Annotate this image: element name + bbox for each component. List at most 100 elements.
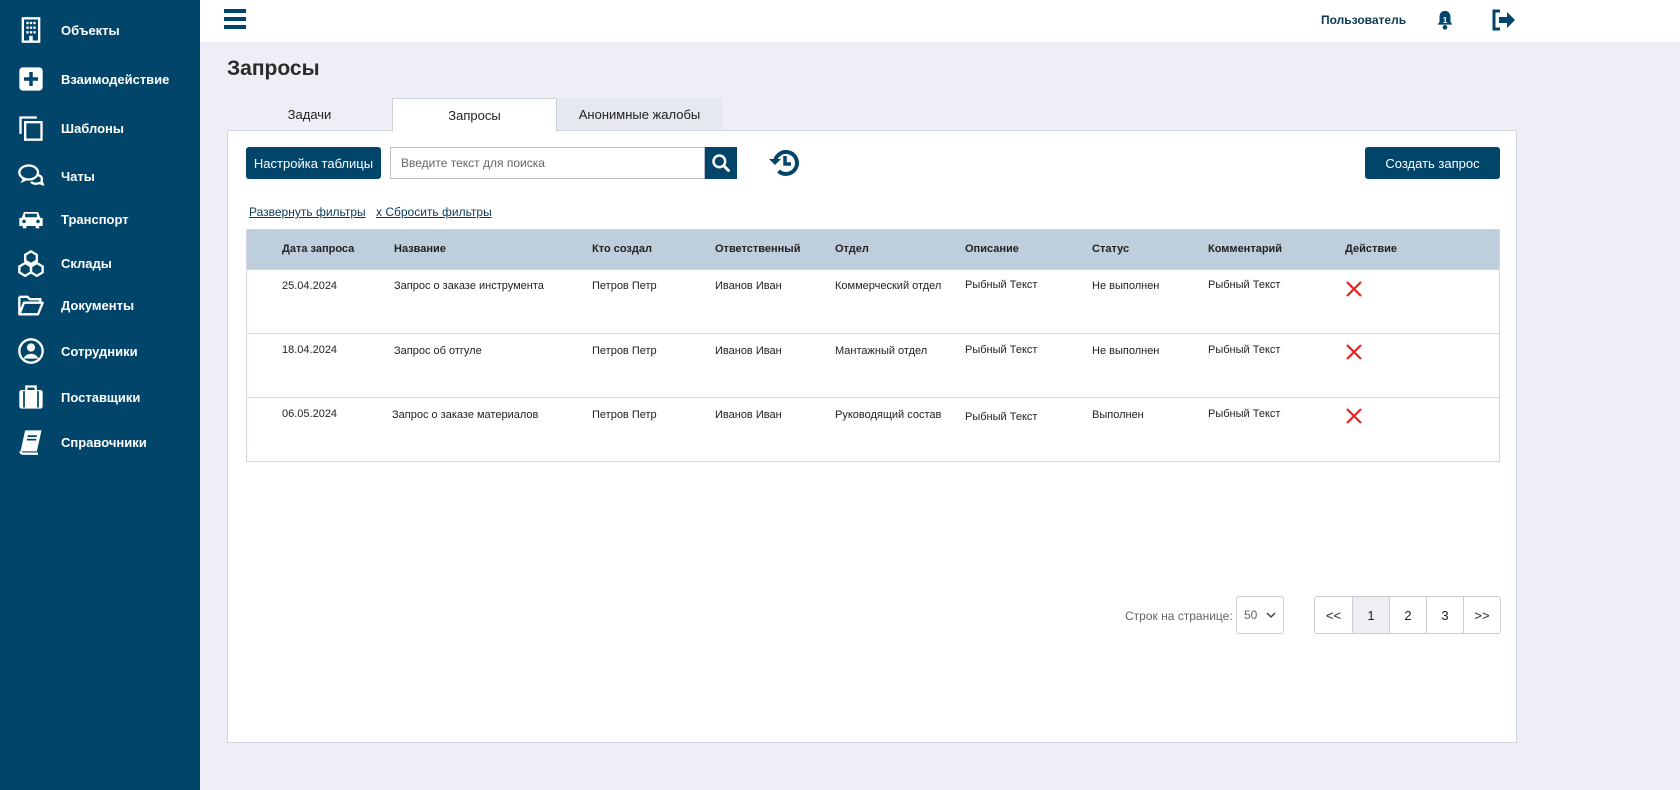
rows-per-page-label: Строк на странице: xyxy=(1125,609,1233,623)
briefcase-icon xyxy=(15,381,47,413)
cell-assignee: Иванов Иван xyxy=(715,409,782,421)
cell-description: Рыбный Текст xyxy=(965,411,1038,423)
cell-status: Не выполнен xyxy=(1092,280,1160,292)
sidebar-item-suppliers[interactable]: Поставщики xyxy=(0,377,200,417)
sidebar-item-label: Поставщики xyxy=(61,389,141,405)
column-header[interactable]: Статус xyxy=(1092,243,1129,255)
car-icon xyxy=(15,203,47,235)
folder-icon xyxy=(15,289,47,321)
page-title: Запросы xyxy=(227,57,320,80)
plus-square-icon xyxy=(15,63,47,95)
chevron-down-icon xyxy=(1266,612,1276,619)
table-row[interactable]: 25.04.2024 Запрос о заказе инструмента П… xyxy=(247,269,1499,333)
cell-description: Рыбный Текст xyxy=(965,279,1038,291)
tab-requests[interactable]: Запросы xyxy=(392,98,557,132)
pagination: << 1 2 3 >> xyxy=(1314,596,1501,634)
create-request-button[interactable]: Создать запрос xyxy=(1365,147,1500,179)
sidebar-item-label: Шаблоны xyxy=(61,120,124,136)
sidebar-item-employees[interactable]: Сотрудники xyxy=(0,331,200,371)
sidebar-item-warehouses[interactable]: Склады xyxy=(0,243,200,283)
rows-per-page-select[interactable]: 50 xyxy=(1236,596,1284,634)
cell-status: Не выполнен xyxy=(1092,345,1160,357)
rows-per-page-value: 50 xyxy=(1244,608,1258,622)
cell-comment: Рыбный Текст xyxy=(1208,344,1281,356)
cell-description: Рыбный Текст xyxy=(965,344,1038,356)
sidebar-item-label: Сотрудники xyxy=(61,343,138,359)
table-settings-button[interactable]: Настройка таблицы xyxy=(246,147,381,179)
table-row[interactable]: 18.04.2024 Запрос об отгуле Петров Петр … xyxy=(247,333,1499,397)
column-header: Действие xyxy=(1345,243,1397,255)
table-row[interactable]: 06.05.2024 Запрос о заказе материалов Пе… xyxy=(247,397,1499,461)
cell-assignee: Иванов Иван xyxy=(715,345,782,357)
cell-creator: Петров Петр xyxy=(592,280,657,292)
column-header[interactable]: Описание xyxy=(965,243,1019,255)
sidebar-item-label: Транспорт xyxy=(61,211,129,227)
search-button[interactable] xyxy=(705,147,737,179)
cell-comment: Рыбный Текст xyxy=(1208,408,1281,420)
column-header[interactable]: Название xyxy=(394,243,446,255)
cell-date: 18.04.2024 xyxy=(282,344,338,356)
sidebar-item-label: Документы xyxy=(61,297,135,313)
requests-table: Дата запроса Название Кто создал Ответст… xyxy=(246,229,1500,462)
delete-icon[interactable] xyxy=(1345,280,1363,298)
cell-department: Руководящий состав xyxy=(835,409,942,421)
cell-title: Запрос о заказе материалов xyxy=(392,409,539,421)
cell-assignee: Иванов Иван xyxy=(715,280,782,292)
sidebar-item-chats[interactable]: Чаты xyxy=(0,156,200,196)
boxes-icon xyxy=(15,247,47,279)
cell-date: 06.05.2024 xyxy=(282,408,338,420)
top-bar: Пользователь 1 xyxy=(200,0,1680,42)
main-panel: Настройка таблицы Создать запрос Разверн… xyxy=(227,130,1517,743)
history-icon[interactable] xyxy=(768,146,802,180)
sidebar-item-documents[interactable]: Документы xyxy=(0,285,200,325)
cell-comment: Рыбный Текст xyxy=(1208,279,1281,291)
reset-filters-link[interactable]: x Сбросить фильтры xyxy=(376,205,492,219)
delete-icon[interactable] xyxy=(1345,343,1363,361)
cell-department: Коммерческий отдел xyxy=(835,280,942,292)
expand-filters-link[interactable]: Развернуть фильтры xyxy=(249,205,366,219)
sidebar-item-interaction[interactable]: Взаимодействие xyxy=(0,59,200,99)
sidebar-item-label: Склады xyxy=(61,255,112,271)
cell-title: Запрос об отгуле xyxy=(394,345,482,357)
page-first-button[interactable]: << xyxy=(1315,597,1352,633)
cell-department: Мантажный отдел xyxy=(835,345,928,357)
sidebar-item-references[interactable]: Справочники xyxy=(0,422,200,462)
user-menu[interactable]: Пользователь xyxy=(1321,13,1406,27)
sidebar-item-label: Объекты xyxy=(61,22,120,38)
logout-icon[interactable] xyxy=(1490,8,1516,32)
bell-icon[interactable]: 1 xyxy=(1434,9,1456,31)
sidebar-item-label: Взаимодействие xyxy=(61,71,170,87)
column-header[interactable]: Дата запроса xyxy=(282,243,354,255)
column-header[interactable]: Комментарий xyxy=(1208,243,1282,255)
cell-title: Запрос о заказе инструмента xyxy=(394,280,544,292)
tab-anonymous-complaints[interactable]: Анонимные жалобы xyxy=(557,98,722,131)
page-3-button[interactable]: 3 xyxy=(1426,597,1463,633)
page-1-button[interactable]: 1 xyxy=(1352,597,1389,633)
sidebar-item-transport[interactable]: Транспорт xyxy=(0,199,200,239)
user-circle-icon xyxy=(15,335,47,367)
page-2-button[interactable]: 2 xyxy=(1389,597,1426,633)
cell-creator: Петров Петр xyxy=(592,345,657,357)
search-icon xyxy=(712,154,730,172)
book-icon xyxy=(15,426,47,458)
sidebar-item-templates[interactable]: Шаблоны xyxy=(0,108,200,148)
sidebar-item-label: Справочники xyxy=(61,434,147,450)
hamburger-menu-icon[interactable] xyxy=(224,9,246,31)
column-header[interactable]: Кто создал xyxy=(592,243,652,255)
search-input[interactable] xyxy=(390,147,705,179)
tab-tasks[interactable]: Задачи xyxy=(227,98,392,131)
cell-creator: Петров Петр xyxy=(592,409,657,421)
chat-icon xyxy=(15,160,47,192)
page-last-button[interactable]: >> xyxy=(1463,597,1500,633)
sidebar-item-objects[interactable]: Объекты xyxy=(0,10,200,50)
column-header[interactable]: Ответственный xyxy=(715,243,800,255)
table-header: Дата запроса Название Кто создал Ответст… xyxy=(247,230,1499,269)
cell-status: Выполнен xyxy=(1092,409,1144,421)
building-icon xyxy=(15,14,47,46)
column-header[interactable]: Отдел xyxy=(835,243,869,255)
cell-date: 25.04.2024 xyxy=(282,280,338,292)
copy-icon xyxy=(15,112,47,144)
sidebar: Объекты Взаимодействие Шаблоны Чаты Тран… xyxy=(0,0,200,790)
delete-icon[interactable] xyxy=(1345,407,1363,425)
svg-text:1: 1 xyxy=(1443,16,1448,25)
